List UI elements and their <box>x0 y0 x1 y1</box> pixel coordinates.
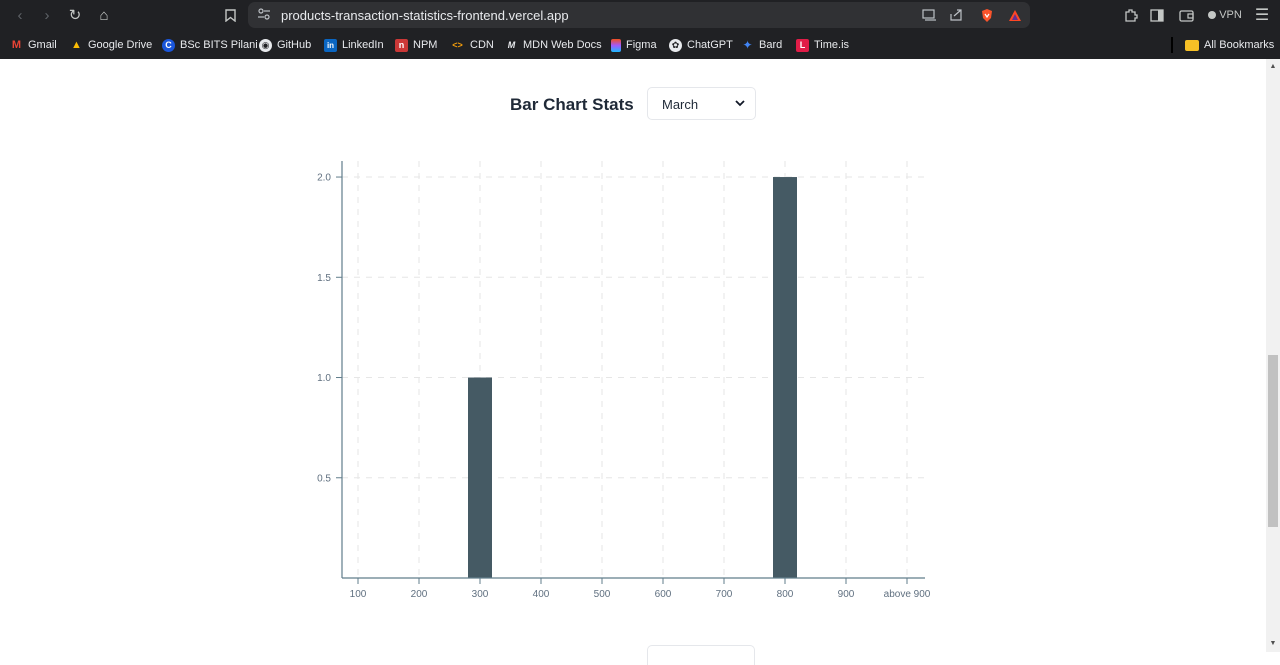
sidebar-icon[interactable] <box>1148 6 1166 24</box>
bookmark-figma[interactable]: Figma <box>611 36 657 54</box>
x-tick-label: above 900 <box>884 589 931 600</box>
vpn-status-icon <box>1208 11 1217 19</box>
y-tick-label: 2.0 <box>317 173 331 184</box>
address-bar[interactable]: products-transaction-statistics-frontend… <box>248 2 1030 28</box>
chart-axes <box>341 161 925 579</box>
bookmark-cdn[interactable]: <> CDN <box>450 36 494 54</box>
forward-icon[interactable]: › <box>35 4 59 26</box>
menu-icon[interactable]: ☰ <box>1253 6 1271 24</box>
page-content: Bar Chart Stats March 0.5 1.0 1.5 2.0 100 20… <box>0 59 1266 665</box>
x-tick-label: 800 <box>777 589 794 600</box>
github-icon: ◉ <box>259 38 272 52</box>
bookmark-mdn[interactable]: M MDN Web Docs <box>505 36 602 54</box>
page-scrollbar[interactable]: ▲ ▼ <box>1266 59 1280 652</box>
scroll-up-icon[interactable]: ▲ <box>1269 63 1277 71</box>
gmail-icon: M <box>11 39 22 51</box>
scrollbar-thumb[interactable] <box>1268 355 1278 527</box>
browser-chrome: ‹ › ↻ ⌂ products-transaction-statistics-… <box>0 0 1280 59</box>
reload-icon[interactable]: ↻ <box>63 4 87 26</box>
x-tick-label: 500 <box>594 589 611 600</box>
bar-300[interactable] <box>468 377 492 578</box>
next-section-select[interactable] <box>647 645 755 665</box>
bookmark-timeis[interactable]: L Time.is <box>796 36 849 54</box>
url-text[interactable]: products-transaction-statistics-frontend… <box>281 8 569 23</box>
vpn-label: VPN <box>1219 9 1242 21</box>
y-tick-label: 1.0 <box>317 373 331 384</box>
bookmarks-bar: M Gmail ▲ Google Drive C BSc BITS Pilani ◉ G… <box>0 31 1280 59</box>
bookmark-google-drive[interactable]: ▲ Google Drive <box>70 36 152 54</box>
brave-rewards-icon[interactable] <box>1007 7 1023 23</box>
figma-icon <box>611 38 621 52</box>
x-tick-label: 700 <box>716 589 733 600</box>
site-info-icon[interactable] <box>257 7 273 23</box>
all-bookmarks-button[interactable]: All Bookmarks <box>1185 36 1274 54</box>
x-axis-ticks: 100 200 300 400 500 600 700 800 900 above 900 <box>350 578 931 600</box>
x-tick-label: 400 <box>533 589 550 600</box>
y-tick-label: 0.5 <box>317 473 331 484</box>
x-tick-label: 300 <box>472 589 489 600</box>
y-tick-label: 1.5 <box>317 273 331 284</box>
bits-pilani-icon: C <box>162 38 175 52</box>
linkedin-icon: in <box>324 38 337 52</box>
vpn-button[interactable]: VPN <box>1207 6 1243 24</box>
bar-800[interactable] <box>773 177 797 578</box>
share-icon[interactable] <box>948 7 964 23</box>
npm-icon: n <box>395 38 408 52</box>
wallet-icon[interactable] <box>1177 6 1195 24</box>
install-app-icon[interactable] <box>921 7 937 23</box>
google-drive-icon: ▲ <box>71 39 82 51</box>
bookmark-chatgpt[interactable]: ✿ ChatGPT <box>669 36 733 54</box>
y-axis-ticks: 0.5 1.0 1.5 2.0 <box>317 173 342 484</box>
x-tick-label: 600 <box>655 589 672 600</box>
chart-grid <box>342 161 925 578</box>
extensions-icon[interactable] <box>1122 6 1140 24</box>
code-icon: <> <box>452 40 463 50</box>
bookmark-github[interactable]: ◉ GitHub <box>259 36 311 54</box>
bookmark-bard[interactable]: ✦ Bard <box>741 36 782 54</box>
bookmark-gmail[interactable]: M Gmail <box>10 36 57 54</box>
chatgpt-icon: ✿ <box>669 38 682 52</box>
bookmark-bits-pilani[interactable]: C BSc BITS Pilani <box>162 36 258 54</box>
brave-shields-icon[interactable] <box>979 7 995 23</box>
back-icon[interactable]: ‹ <box>8 4 32 26</box>
home-icon[interactable]: ⌂ <box>92 4 116 26</box>
mdn-icon: M <box>505 38 518 52</box>
bar-chart: 0.5 1.0 1.5 2.0 100 200 300 400 500 600 700 800 900… <box>317 161 931 600</box>
timeis-icon: L <box>796 38 809 52</box>
bookmark-npm[interactable]: n NPM <box>395 36 437 54</box>
bookmark-linkedin[interactable]: in LinkedIn <box>324 36 384 54</box>
scroll-down-icon[interactable]: ▼ <box>1269 640 1277 648</box>
browser-toolbar: ‹ › ↻ ⌂ products-transaction-statistics-… <box>0 0 1280 31</box>
folder-icon <box>1185 39 1199 51</box>
x-tick-label: 100 <box>350 589 367 600</box>
x-tick-label: 200 <box>411 589 428 600</box>
bard-icon: ✦ <box>742 38 753 52</box>
bookmarks-divider <box>1171 37 1173 53</box>
bookmark-icon[interactable] <box>218 4 242 26</box>
x-tick-label: 900 <box>838 589 855 600</box>
